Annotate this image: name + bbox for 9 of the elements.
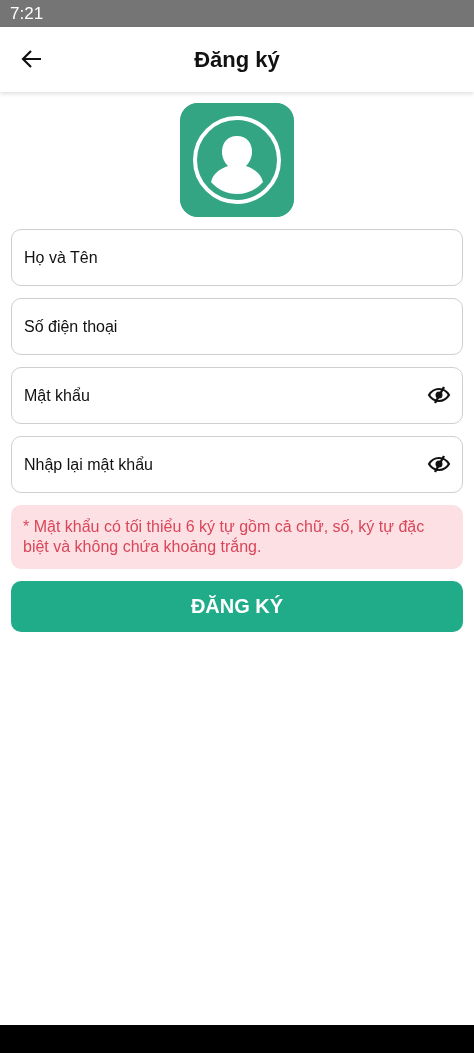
status-time: 7:21 <box>10 3 44 24</box>
input-field[interactable]: Họ và Tên <box>11 229 463 286</box>
input-field[interactable]: Nhập lại mật khẩu <box>11 436 463 493</box>
page-title: Đăng ký <box>194 46 280 73</box>
input-field[interactable]: Mật khẩu <box>11 367 463 424</box>
password-hint: * Mật khẩu có tối thiểu 6 ký tự gồm cả chữ, số, ký tự đặc biệt và không chứa khoảng trắng. <box>11 505 463 569</box>
register-button[interactable]: ĐĂNG KÝ <box>11 581 463 632</box>
input-field[interactable]: Số điện thoại <box>11 298 463 355</box>
user-avatar-icon <box>180 103 294 217</box>
